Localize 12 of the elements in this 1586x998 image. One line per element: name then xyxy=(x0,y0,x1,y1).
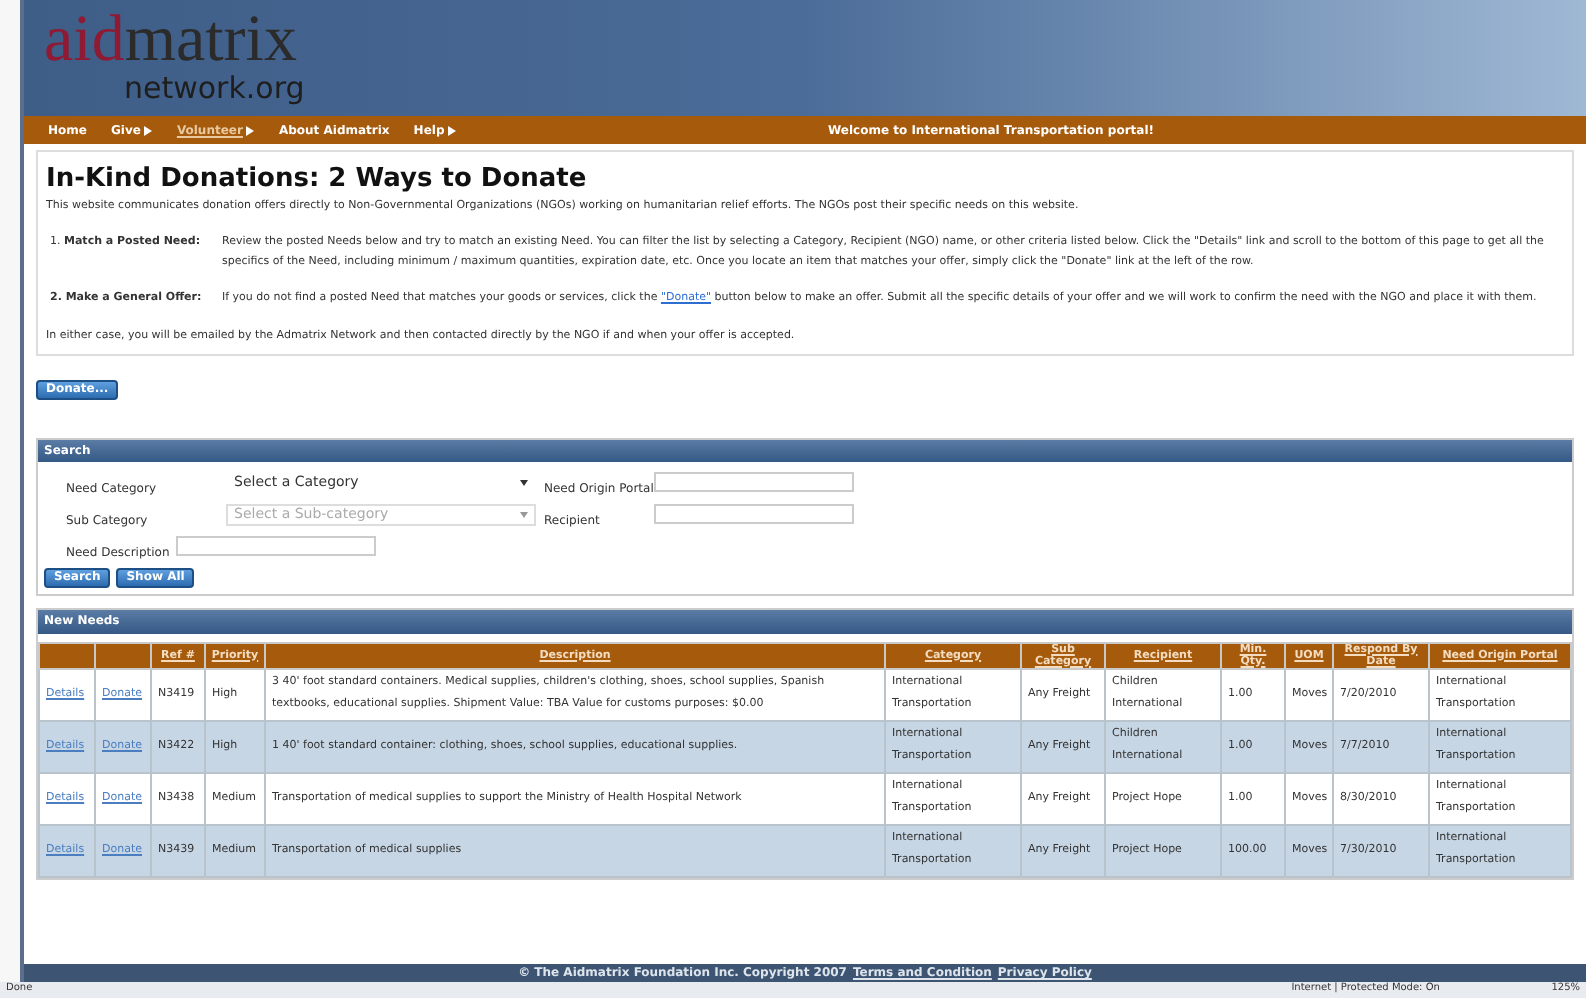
caret-icon xyxy=(246,125,255,135)
caret-icon xyxy=(144,125,153,135)
logo-text: aid xyxy=(44,8,125,72)
text-input[interactable] xyxy=(654,472,854,492)
logo-text: matrix xyxy=(124,8,297,72)
text-input[interactable] xyxy=(176,536,376,556)
caret-icon xyxy=(448,125,457,135)
dropdown-arrow-icon xyxy=(520,511,528,517)
text-input[interactable] xyxy=(654,504,854,524)
logo-tagline: network.org xyxy=(124,72,307,104)
dropdown-arrow-icon xyxy=(520,479,528,485)
page-title: In-Kind Donations: 2 Ways to Donate xyxy=(46,164,589,194)
